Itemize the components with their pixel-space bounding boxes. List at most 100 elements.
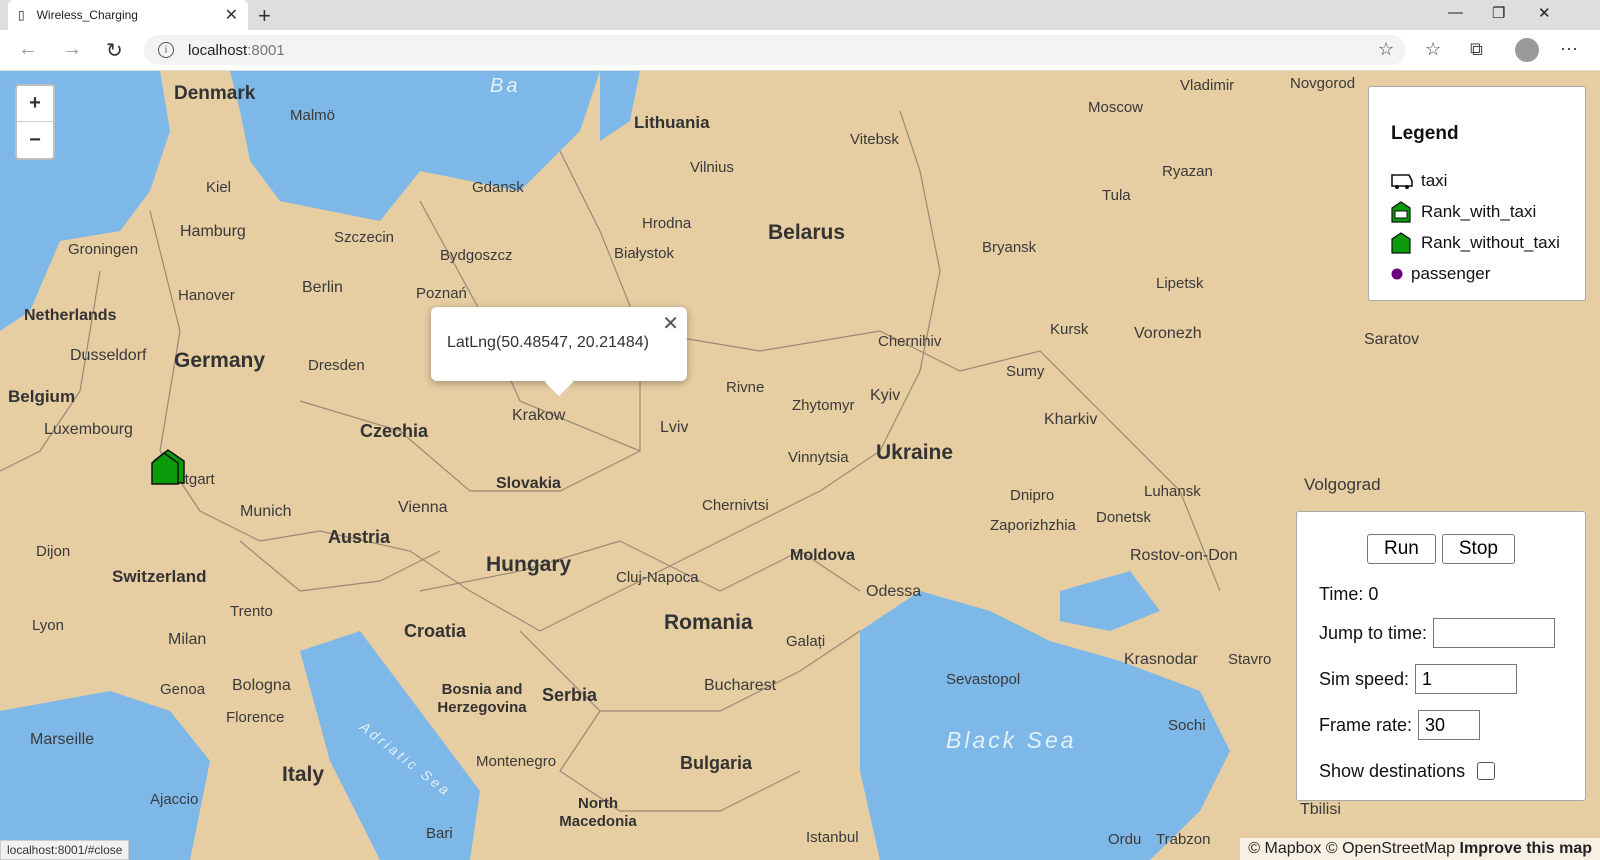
favorites-icon[interactable]: ☆ bbox=[1425, 39, 1441, 60]
collections-icon[interactable]: ⧉ bbox=[1470, 39, 1483, 60]
tab-close-icon[interactable]: ✕ bbox=[225, 5, 238, 25]
address-bar[interactable]: i localhost:8001 bbox=[144, 35, 1406, 65]
browser-toolbar: ← → ↻ i localhost:8001 ☆ ☆ ⧉ ⋯ bbox=[0, 30, 1600, 71]
address-host: localhost bbox=[188, 41, 248, 59]
show-destinations-checkbox[interactable] bbox=[1477, 762, 1496, 780]
sim-speed-input[interactable] bbox=[1415, 664, 1518, 694]
label-luxembourg: Luxembourg bbox=[44, 421, 133, 438]
time-display: Time: 0 bbox=[1319, 583, 1379, 604]
legend-label-rank-without-taxi: Rank_without_taxi bbox=[1421, 232, 1560, 252]
jump-to-time-label: Jump to time: bbox=[1319, 622, 1428, 643]
mapbox-link[interactable]: © Mapbox bbox=[1248, 840, 1321, 857]
label-saratov: Saratov bbox=[1364, 331, 1420, 348]
label-rostov: Rostov-on-Don bbox=[1130, 547, 1238, 564]
label-kursk: Kursk bbox=[1050, 321, 1089, 338]
popup-close-icon[interactable]: ✕ bbox=[662, 311, 679, 336]
back-icon[interactable]: ← bbox=[18, 38, 38, 61]
label-hungary: Hungary bbox=[486, 553, 572, 576]
label-romania: Romania bbox=[664, 611, 753, 634]
label-ukraine: Ukraine bbox=[876, 441, 954, 464]
label-baltic: Ba bbox=[490, 75, 521, 97]
label-vladimir: Vladimir bbox=[1180, 77, 1235, 94]
improve-map-link[interactable]: Improve this map bbox=[1460, 840, 1592, 857]
info-icon[interactable]: i bbox=[158, 42, 174, 58]
profile-avatar[interactable] bbox=[1515, 38, 1539, 62]
label-slovakia: Slovakia bbox=[496, 475, 561, 492]
new-tab-icon[interactable]: + bbox=[258, 3, 271, 29]
label-belarus: Belarus bbox=[768, 221, 846, 244]
rank-marker-icon[interactable] bbox=[150, 447, 186, 487]
label-bosnia: Bosnia and Herzegovina bbox=[437, 681, 527, 716]
reload-icon[interactable]: ↻ bbox=[106, 38, 123, 63]
label-gdansk: Gdansk bbox=[472, 179, 524, 196]
label-tula: Tula bbox=[1102, 187, 1131, 204]
browser-tab[interactable]: ▯ Wireless_Charging ✕ bbox=[8, 0, 248, 30]
label-novgorod: Novgorod bbox=[1290, 75, 1356, 92]
simulation-controls: Run Stop Time: 0 Jump to time: Sim speed… bbox=[1296, 511, 1586, 801]
label-galati: Galați bbox=[786, 633, 826, 650]
maximize-icon[interactable]: ❐ bbox=[1492, 4, 1505, 22]
legend-title: Legend bbox=[1391, 123, 1459, 144]
label-milan: Milan bbox=[168, 631, 207, 648]
label-lithuania: Lithuania bbox=[634, 113, 710, 132]
label-czechia: Czechia bbox=[360, 421, 429, 441]
label-groningen: Groningen bbox=[68, 241, 139, 258]
label-ryazan: Ryazan bbox=[1162, 163, 1213, 180]
zoom-out-button[interactable]: − bbox=[17, 122, 53, 158]
osm-link[interactable]: © OpenStreetMap bbox=[1326, 840, 1455, 857]
minimize-icon[interactable]: — bbox=[1448, 4, 1463, 21]
legend-item-passenger: passenger bbox=[1391, 258, 1563, 289]
zoom-control: + − bbox=[15, 84, 55, 160]
label-moscow: Moscow bbox=[1088, 99, 1144, 116]
rank-without-taxi-icon bbox=[1391, 231, 1415, 254]
label-bari: Bari bbox=[426, 825, 453, 842]
label-moldova: Moldova bbox=[790, 547, 855, 564]
rank-with-taxi-icon bbox=[1391, 200, 1415, 223]
label-kiel: Kiel bbox=[206, 179, 232, 196]
run-button[interactable]: Run bbox=[1367, 534, 1436, 564]
forward-icon[interactable]: → bbox=[62, 38, 82, 61]
label-voronezh: Voronezh bbox=[1134, 325, 1202, 342]
label-vienna: Vienna bbox=[398, 499, 448, 516]
window-close-icon[interactable]: ✕ bbox=[1538, 4, 1551, 22]
label-kyiv: Kyiv bbox=[870, 387, 901, 404]
label-vinnytsia: Vinnytsia bbox=[788, 449, 849, 466]
label-switzerland: Switzerland bbox=[112, 567, 207, 586]
map-attribution: © Mapbox © OpenStreetMap Improve this ma… bbox=[1240, 838, 1600, 860]
label-munich: Munich bbox=[240, 503, 292, 520]
label-trabzon: Trabzon bbox=[1156, 831, 1211, 848]
zoom-in-button[interactable]: + bbox=[17, 86, 53, 122]
label-volgograd: Volgograd bbox=[1304, 475, 1381, 494]
label-blacksea: Black Sea bbox=[946, 727, 1077, 753]
more-icon[interactable]: ⋯ bbox=[1560, 39, 1578, 60]
map-canvas[interactable]: Denmark Malmö Ba Lithuania Vilnius Mosco… bbox=[0, 71, 1600, 860]
legend-label-taxi: taxi bbox=[1421, 170, 1448, 190]
label-denmark: Denmark bbox=[174, 83, 256, 104]
favorite-add-icon[interactable]: ☆ bbox=[1378, 39, 1394, 60]
label-ordu: Ordu bbox=[1108, 831, 1142, 848]
label-germany: Germany bbox=[174, 349, 266, 372]
label-serbia: Serbia bbox=[542, 685, 598, 705]
label-bryansk: Bryansk bbox=[982, 239, 1037, 256]
label-bulgaria: Bulgaria bbox=[680, 753, 753, 773]
label-zhytomyr: Zhytomyr bbox=[792, 397, 855, 414]
label-italy: Italy bbox=[282, 763, 325, 786]
label-montenegro: Montenegro bbox=[476, 753, 557, 770]
label-vitebsk: Vitebsk bbox=[850, 131, 899, 148]
label-dijon: Dijon bbox=[36, 543, 71, 560]
jump-to-time-input[interactable] bbox=[1433, 618, 1556, 648]
legend-panel: Legend taxi Rank_with_taxi Rank_without_… bbox=[1368, 86, 1586, 301]
label-bologna: Bologna bbox=[232, 677, 291, 694]
label-hanover: Hanover bbox=[178, 287, 235, 304]
label-tbilisi: Tbilisi bbox=[1300, 801, 1341, 818]
browser-titlebar: ▯ Wireless_Charging ✕ + — ❐ ✕ bbox=[0, 0, 1600, 30]
label-austria: Austria bbox=[328, 527, 391, 547]
label-marseille: Marseille bbox=[30, 731, 95, 748]
frame-rate-input[interactable] bbox=[1418, 710, 1481, 740]
label-lipetsk: Lipetsk bbox=[1156, 275, 1204, 292]
legend-item-rank-without-taxi: Rank_without_taxi bbox=[1391, 227, 1563, 258]
label-bydgoszcz: Bydgoszcz bbox=[440, 247, 513, 264]
label-krasnodar: Krasnodar bbox=[1124, 651, 1198, 668]
stop-button[interactable]: Stop bbox=[1441, 534, 1515, 564]
label-odessa: Odessa bbox=[866, 583, 922, 600]
